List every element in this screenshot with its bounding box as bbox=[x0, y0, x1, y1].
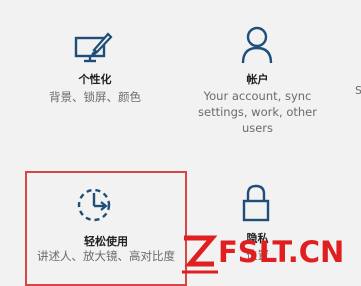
tile-personalization[interactable]: 个性化 背景、锁屏、颜色 bbox=[30, 20, 160, 130]
watermark-logo-icon bbox=[182, 235, 218, 274]
tile-ease-of-access[interactable]: 轻松使用 讲述人、放大镜、高对比度 bbox=[25, 171, 187, 286]
watermark: FSLT.CN bbox=[180, 232, 361, 278]
personalization-brush-icon bbox=[74, 30, 114, 68]
tile-description: 背景、锁屏、颜色 bbox=[49, 90, 141, 104]
tile-title: 个性化 bbox=[78, 73, 112, 86]
partial-tile-text: S bbox=[355, 84, 361, 97]
tile-title: 轻松使用 bbox=[84, 235, 128, 248]
person-icon bbox=[240, 25, 274, 69]
tile-description: Your account, sync settings, work, other… bbox=[198, 89, 317, 135]
tile-description: 讲述人、放大镜、高对比度 bbox=[37, 249, 175, 263]
watermark-text: FSLT.CN bbox=[218, 235, 345, 269]
tile-accounts[interactable]: 帐户 Your account, sync settings, work, ot… bbox=[195, 20, 320, 140]
ease-of-access-dial-icon bbox=[74, 185, 118, 229]
lock-icon bbox=[240, 183, 272, 227]
tile-title: 帐户 bbox=[246, 73, 269, 86]
